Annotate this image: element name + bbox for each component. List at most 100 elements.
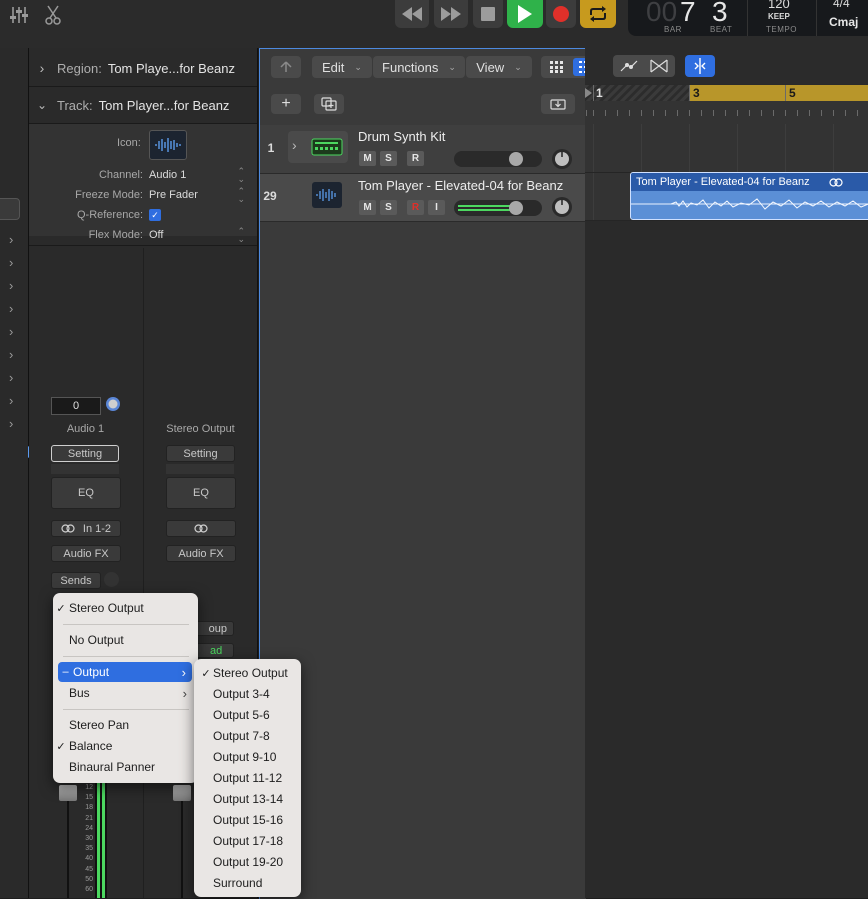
flex-icon[interactable]: [650, 59, 668, 73]
menu-item-output[interactable]: – Output ›: [58, 662, 192, 682]
menu-item-balance[interactable]: ✓ Balance: [53, 736, 198, 756]
record-button[interactable]: [546, 0, 576, 28]
pan-knob-icon[interactable]: [551, 196, 573, 218]
stop-button[interactable]: [473, 0, 503, 28]
pan-knob-icon[interactable]: [105, 396, 121, 412]
track-row[interactable]: 1 › Drum Synth Kit M S R: [260, 125, 586, 174]
track-stack-button[interactable]: ›: [288, 131, 348, 163]
level-meter: [95, 783, 107, 898]
meter-tick: 24: [85, 824, 93, 832]
chevron-right-icon[interactable]: ›: [9, 278, 21, 293]
menu-item-stereo-output[interactable]: ✓ Stereo Output: [53, 598, 198, 618]
volume-fader-cap[interactable]: [59, 785, 77, 801]
cycle-button[interactable]: [580, 0, 616, 28]
audio-fx-slot[interactable]: Audio FX: [166, 545, 236, 562]
view-menu[interactable]: View ⌄: [466, 56, 532, 78]
pan-value-field[interactable]: 0: [51, 397, 101, 415]
pan-knob-icon[interactable]: [551, 148, 573, 170]
send-knob[interactable]: [104, 572, 119, 587]
param-flex-mode[interactable]: Flex Mode: Off ⌃ ⌄: [29, 225, 255, 245]
library-search-field[interactable]: [0, 198, 20, 220]
chevron-right-icon[interactable]: ›: [9, 416, 21, 431]
submenu-item[interactable]: Output 17-18: [213, 831, 283, 851]
bar-label: BAR: [664, 25, 682, 34]
menu-item-no-output[interactable]: No Output: [53, 630, 198, 650]
mute-button[interactable]: M: [359, 151, 376, 166]
track-icon[interactable]: [312, 182, 342, 208]
chevron-right-icon[interactable]: ›: [9, 324, 21, 339]
input-slot[interactable]: [166, 520, 236, 537]
menu-item-stereo-pan[interactable]: Stereo Pan: [53, 715, 198, 735]
functions-menu[interactable]: Functions ⌄: [373, 56, 465, 78]
param-freeze-mode[interactable]: Freeze Mode: Pre Fader ⌃ ⌄: [29, 185, 255, 205]
play-button[interactable]: [507, 0, 543, 28]
param-q-reference[interactable]: Q-Reference: ✓: [29, 205, 255, 225]
submenu-item[interactable]: Output 3-4: [213, 684, 270, 704]
volume-fader-cap[interactable]: [173, 785, 191, 801]
param-channel[interactable]: Channel: Audio 1 ⌃ ⌄: [29, 165, 255, 185]
submenu-item[interactable]: Output 11-12: [213, 768, 282, 788]
audio-region[interactable]: Tom Player - Elevated-04 for Beanz: [630, 172, 868, 220]
solo-button[interactable]: S: [380, 151, 397, 166]
rewind-button[interactable]: [395, 0, 429, 28]
chevron-right-icon[interactable]: ›: [9, 255, 21, 270]
setting-button[interactable]: Setting: [166, 445, 235, 462]
track-header[interactable]: ⌄ Track: Tom Player...for Beanz: [29, 87, 257, 124]
audio-fx-slot[interactable]: Audio FX: [51, 545, 121, 562]
volume-slider[interactable]: [454, 151, 542, 167]
chevron-right-icon[interactable]: ›: [9, 393, 21, 408]
gain-slot[interactable]: [166, 464, 234, 474]
setting-button[interactable]: Setting: [51, 445, 119, 462]
input-monitor-button[interactable]: I: [428, 200, 445, 215]
cycle-region[interactable]: [689, 85, 868, 101]
submenu-item[interactable]: Output 7-8: [213, 726, 270, 746]
tracks-timeline[interactable]: 1 3 5 Tom Player - Elevated-04 for Beanz: [585, 48, 868, 898]
edit-menu[interactable]: Edit ⌄: [312, 56, 372, 78]
duplicate-track-button[interactable]: [314, 94, 344, 114]
solo-button[interactable]: S: [380, 200, 397, 215]
track-row-selected[interactable]: 29 Tom Player - Elevated-04 for Beanz M …: [260, 174, 586, 222]
eq-button[interactable]: EQ: [166, 477, 236, 509]
add-track-button[interactable]: +: [271, 94, 301, 114]
sends-slot[interactable]: Sends: [51, 572, 101, 589]
mixer-icon[interactable]: [6, 2, 32, 28]
global-tracks-button[interactable]: [541, 94, 575, 114]
volume-slider[interactable]: [454, 200, 542, 216]
meter-tick: 40: [85, 855, 93, 863]
lcd-display[interactable]: 00 7 3 BAR BEAT 120 KEEP TEMPO 4/4 Cmaj: [628, 0, 868, 36]
submenu-item[interactable]: Output 9-10: [213, 747, 276, 767]
record-enable-button[interactable]: R: [407, 200, 424, 215]
submenu-item[interactable]: ✓ Stereo Output: [199, 663, 299, 683]
volume-slider-thumb[interactable]: [509, 201, 523, 215]
submenu-item[interactable]: Output 15-16: [213, 810, 283, 830]
menu-item-binaural-panner[interactable]: Binaural Panner: [53, 757, 198, 777]
scissors-icon[interactable]: [40, 2, 66, 28]
cycle-icon: [590, 6, 606, 22]
chevron-right-icon[interactable]: ›: [9, 301, 21, 316]
gain-slot[interactable]: [51, 464, 119, 474]
input-slot[interactable]: In 1-2: [51, 520, 121, 537]
volume-slider-thumb[interactable]: [509, 152, 523, 166]
submenu-item[interactable]: Surround: [213, 873, 262, 893]
record-enable-button[interactable]: R: [407, 151, 424, 166]
drum-machine-icon: [311, 138, 343, 156]
submenu-item[interactable]: Output 19-20: [213, 852, 283, 872]
chevron-right-icon[interactable]: ›: [9, 232, 21, 247]
submenu-item[interactable]: Output 13-14: [213, 789, 283, 809]
automation-curve-icon[interactable]: [620, 59, 638, 73]
chevron-right-icon[interactable]: ›: [9, 347, 21, 362]
fast-forward-button[interactable]: [434, 0, 468, 28]
catch-playhead-button[interactable]: [685, 55, 715, 77]
back-button[interactable]: [271, 56, 301, 78]
track-lane[interactable]: [585, 124, 868, 173]
q-reference-checkbox[interactable]: ✓: [149, 209, 161, 221]
grid-view-button[interactable]: [543, 58, 571, 76]
region-header[interactable]: › Region: Tom Playe...for Beanz: [29, 50, 257, 87]
chevron-right-icon[interactable]: ›: [9, 370, 21, 385]
mute-button[interactable]: M: [359, 200, 376, 215]
submenu-item[interactable]: Output 5-6: [213, 705, 270, 725]
eq-button[interactable]: EQ: [51, 477, 121, 509]
track-icon-picker[interactable]: [149, 130, 187, 160]
menu-item-bus[interactable]: Bus ›: [53, 683, 193, 703]
menu-item-label: Stereo Pan: [69, 718, 130, 732]
